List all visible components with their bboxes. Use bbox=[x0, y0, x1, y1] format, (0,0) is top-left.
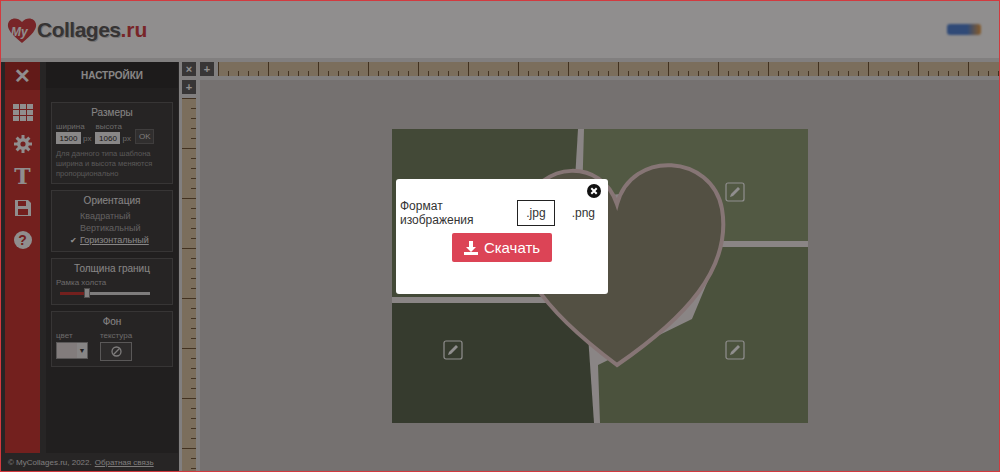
download-dialog: Формат изображения .jpg .png Скачать bbox=[396, 179, 608, 294]
format-option[interactable]: .png bbox=[563, 200, 604, 226]
dialog-close-button[interactable] bbox=[587, 184, 601, 198]
format-option[interactable]: .jpg bbox=[517, 200, 554, 226]
download-icon bbox=[464, 241, 478, 255]
download-label: Скачать bbox=[484, 239, 540, 256]
close-icon bbox=[587, 184, 601, 198]
download-button[interactable]: Скачать bbox=[452, 233, 552, 262]
format-label: Формат изображения bbox=[400, 199, 509, 227]
format-row: Формат изображения .jpg .png bbox=[400, 199, 604, 227]
